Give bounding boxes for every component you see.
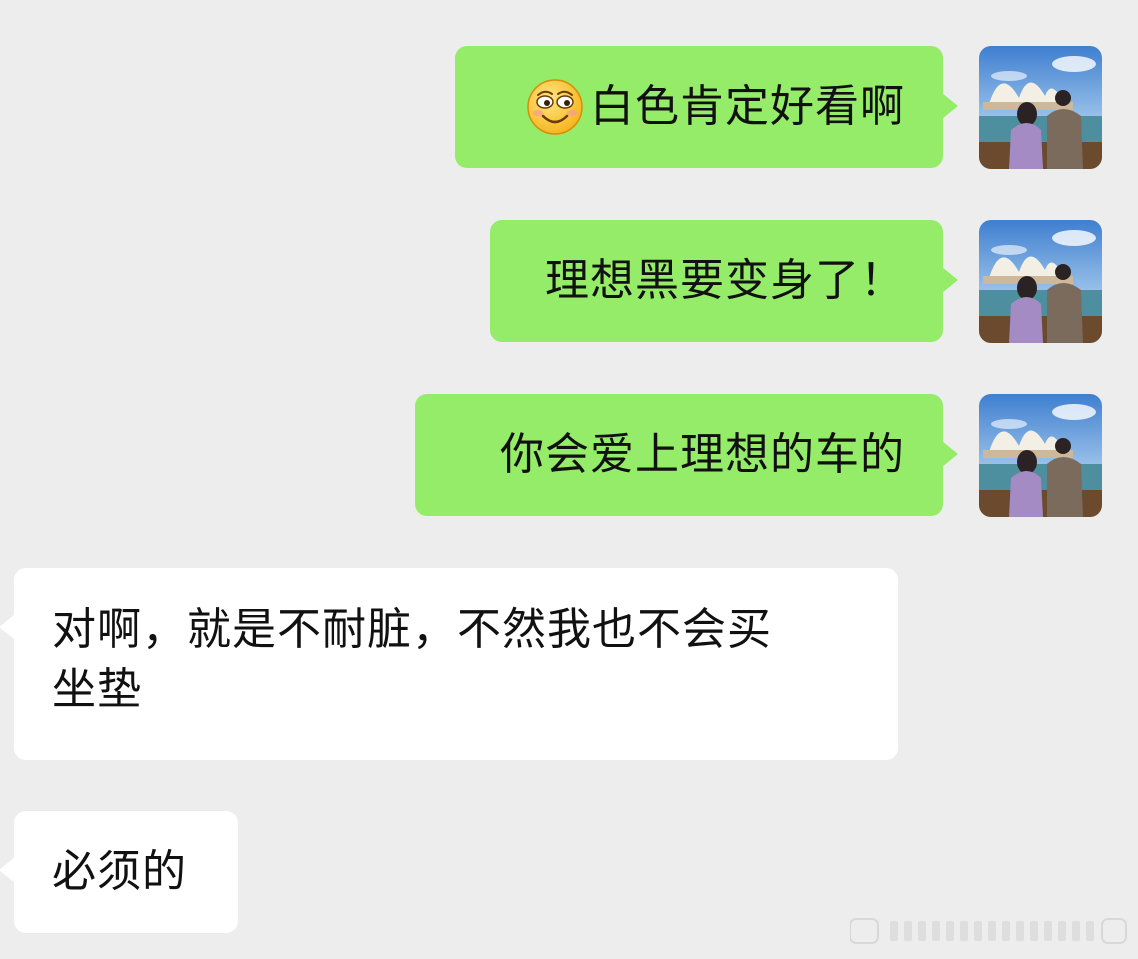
outgoing-message-bubble[interactable]: 白色肯定好看啊 <box>455 46 958 168</box>
message-text: 理想黑要变身了！ <box>545 255 905 306</box>
message-text: 必须的 <box>52 846 187 897</box>
watermark-icon <box>850 918 1127 944</box>
message-text: 你会爱上理想的车的 <box>500 429 905 480</box>
message-text: 对啊，就是不耐脏，不然我也不会买 坐垫 <box>52 604 772 715</box>
avatar[interactable] <box>979 394 1102 517</box>
incoming-message-bubble[interactable]: 必须的 <box>0 811 238 933</box>
incoming-message-bubble[interactable]: 对啊，就是不耐脏，不然我也不会买 坐垫 <box>0 568 898 760</box>
outgoing-message-bubble[interactable]: 你会爱上理想的车的 <box>415 394 958 516</box>
smiling-face-emoji-icon <box>526 78 584 136</box>
user-avatar-icon <box>979 220 1102 343</box>
avatar[interactable] <box>979 220 1102 343</box>
message-text: 白色肯定好看啊 <box>590 81 905 132</box>
outgoing-message-bubble[interactable]: 理想黑要变身了！ <box>490 220 958 342</box>
user-avatar-icon <box>979 394 1102 517</box>
avatar[interactable] <box>979 46 1102 169</box>
user-avatar-icon <box>979 46 1102 169</box>
chat-conversation: 白色肯定好看啊 理想黑要变身了！ 你会爱上理想的车的 对啊，就是不耐脏，不然我也… <box>0 0 1138 959</box>
